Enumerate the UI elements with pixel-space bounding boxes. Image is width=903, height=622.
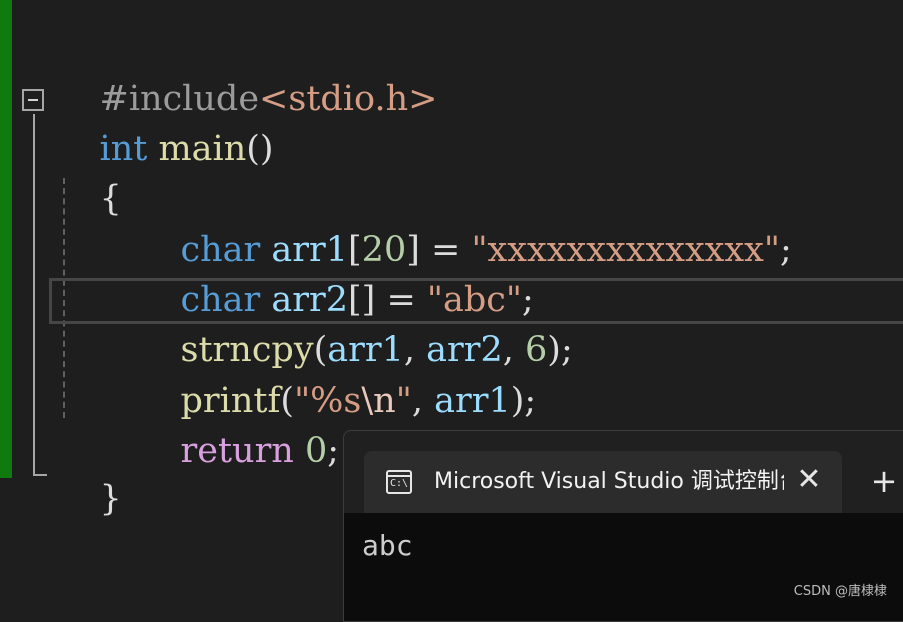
paren: ) bbox=[510, 381, 525, 421]
console-output-area[interactable]: abc bbox=[344, 513, 903, 621]
code-line-9[interactable]: } bbox=[55, 427, 122, 519]
return-keyword: return bbox=[180, 431, 294, 471]
terminal-icon-text: C:\ bbox=[390, 478, 409, 489]
escape-sequence: \n bbox=[361, 381, 396, 421]
console-output-text: abc bbox=[362, 529, 413, 562]
semicolon: ; bbox=[524, 381, 537, 421]
semicolon: ; bbox=[327, 431, 340, 471]
code-line-6[interactable]: strncpy(arr1, arr2, 6); bbox=[55, 278, 573, 370]
code-line-2[interactable]: int main() bbox=[55, 77, 274, 169]
fold-guide-end bbox=[33, 474, 47, 476]
code-line-1[interactable]: #include<stdio.h> bbox=[55, 27, 438, 119]
terminal-icon: C:\ bbox=[386, 470, 412, 494]
semicolon: ; bbox=[560, 330, 573, 370]
change-indicator-bar bbox=[0, 0, 12, 478]
close-icon[interactable]: ✕ bbox=[789, 451, 829, 513]
string-literal: " bbox=[395, 381, 412, 421]
code-line-3[interactable]: { bbox=[55, 127, 122, 219]
close-brace: } bbox=[99, 479, 122, 519]
code-line-8[interactable]: return 0; bbox=[55, 379, 340, 471]
console-tab[interactable]: C:\ Microsoft Visual Studio 调试控制台 ✕ bbox=[364, 451, 842, 513]
number-literal: 0 bbox=[304, 431, 328, 471]
collapse-icon[interactable] bbox=[22, 89, 44, 111]
code-line-7[interactable]: printf("%s\n", arr1); bbox=[55, 329, 537, 421]
paren: ) bbox=[547, 330, 561, 370]
include-header: <stdio.h> bbox=[259, 79, 438, 119]
semicolon: ; bbox=[780, 230, 792, 270]
comma: , bbox=[411, 381, 435, 421]
params: () bbox=[246, 129, 274, 169]
code-line-5[interactable]: char arr2[] = "abc"; bbox=[55, 228, 534, 320]
watermark: CSDN @唐棣棣 bbox=[793, 584, 887, 599]
code-line-4[interactable]: char arr1[20] = "xxxxxxxxxxxxxx"; bbox=[55, 178, 792, 270]
tab-title: Microsoft Visual Studio 调试控制台 bbox=[434, 469, 784, 494]
argument: arr1 bbox=[434, 381, 511, 421]
function-name: main bbox=[158, 129, 247, 169]
new-tab-button[interactable]: + bbox=[859, 451, 903, 513]
fold-guide-line bbox=[33, 114, 35, 476]
